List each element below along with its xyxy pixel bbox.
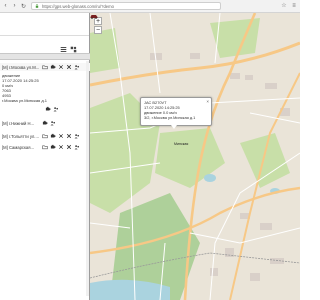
engine-icon[interactable] xyxy=(45,106,51,112)
tools-icon[interactable] xyxy=(66,64,72,70)
satellite-icon[interactable] xyxy=(58,133,64,139)
group-icon[interactable] xyxy=(70,46,77,53)
menu-icon[interactable]: ≡ xyxy=(291,3,297,9)
engine-icon[interactable] xyxy=(42,120,48,126)
list-view-icon[interactable] xyxy=(60,46,67,53)
row-tools xyxy=(45,106,61,112)
list-item[interactable]: [M] Самарская... xyxy=(0,143,90,151)
object-name: [M] г.Москва ул.М... xyxy=(2,64,40,70)
close-icon[interactable]: × xyxy=(206,99,209,104)
list-item[interactable]: [M] г.Нижний Н... xyxy=(0,119,90,127)
object-name: [M] Самарская... xyxy=(2,144,35,150)
panel-header xyxy=(0,13,89,36)
folder-icon[interactable] xyxy=(42,144,48,150)
tools-icon[interactable] xyxy=(66,144,72,150)
list-item[interactable]: [M] г.Москва ул.М... xyxy=(0,63,90,71)
map-tiles xyxy=(90,13,300,300)
object-name: [M] г.Нижний Н... xyxy=(2,120,34,126)
users-icon[interactable] xyxy=(74,144,80,150)
object-name: [M] г.Тольятти ул.... xyxy=(2,133,39,139)
popup-tail xyxy=(171,125,177,129)
panel-scrollbar[interactable] xyxy=(86,61,89,296)
users-icon[interactable] xyxy=(53,106,59,112)
map-view[interactable]: + − JAC B270VT 17.07.2020 14:25:25 движе… xyxy=(90,13,300,300)
object-list-panel: [M] г.Москва ул.М... движение 17.07.2020… xyxy=(0,13,90,300)
engine-icon[interactable] xyxy=(50,64,56,70)
marker-label: Минская xyxy=(174,142,189,146)
satellite-icon[interactable] xyxy=(58,64,64,70)
star-icon[interactable]: ☆ xyxy=(281,3,287,9)
satellite-icon[interactable] xyxy=(58,144,64,150)
back-icon[interactable]: ‹ xyxy=(2,3,9,10)
list-item[interactable]: [M] г.Тольятти ул.... xyxy=(0,132,90,140)
lock-icon xyxy=(35,4,39,8)
users-icon[interactable] xyxy=(74,64,80,70)
tools-icon[interactable] xyxy=(66,133,72,139)
engine-icon[interactable] xyxy=(50,133,56,139)
folder-icon[interactable] xyxy=(42,64,48,70)
folder-icon[interactable] xyxy=(42,133,48,139)
users-icon[interactable] xyxy=(74,133,80,139)
url-text: https://gps.web-glonass.com/ru/?demo xyxy=(42,3,114,9)
zoom-out-button[interactable]: − xyxy=(94,26,102,34)
reload-icon[interactable]: ↻ xyxy=(20,3,27,10)
forward-icon[interactable]: › xyxy=(11,3,18,10)
engine-icon[interactable] xyxy=(50,144,56,150)
popup-address: 3/2, г.Москва ул.Минская д.1 xyxy=(144,115,196,120)
address-bar[interactable]: https://gps.web-glonass.com/ru/?demo xyxy=(31,2,221,10)
car-marker-icon[interactable] xyxy=(90,13,98,19)
browser-toolbar: ‹ › ↻ https://gps.web-glonass.com/ru/?de… xyxy=(0,0,300,13)
users-icon[interactable] xyxy=(50,120,56,126)
panel-toolbar xyxy=(60,46,80,53)
address-text: г.Москва ул.Минская д.1 xyxy=(2,98,47,103)
object-details: движение 17.07.2020 14:25:25 0 км/ч 7063… xyxy=(0,73,90,103)
list-header xyxy=(0,53,90,60)
vehicle-popup: JAC B270VT 17.07.2020 14:25:25 движение … xyxy=(140,97,212,129)
